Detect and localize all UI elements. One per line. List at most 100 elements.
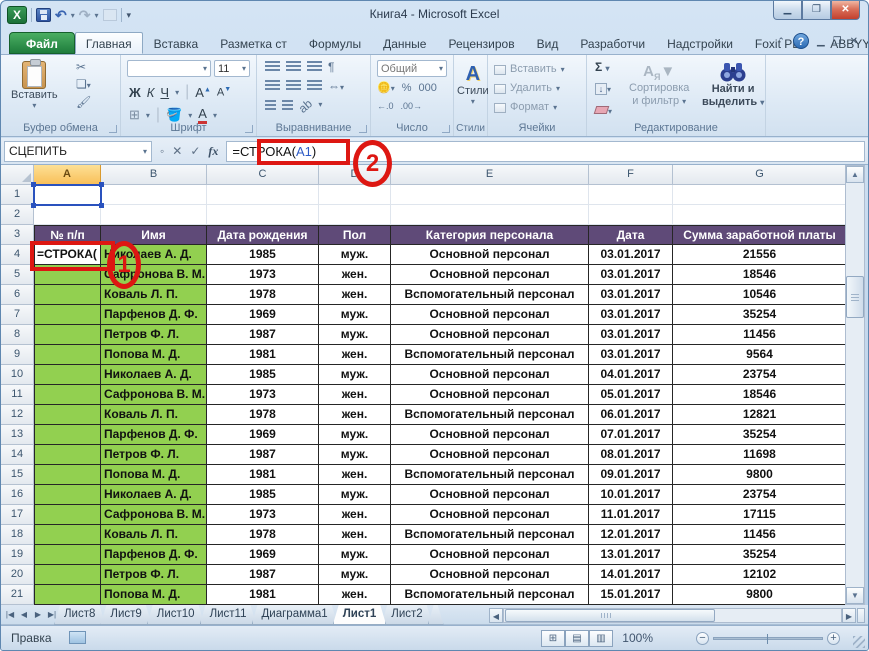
cell-E11[interactable]: Основной персонал [391,385,589,405]
bold-button[interactable]: Ж [129,85,141,100]
cell-C21[interactable]: 1981 [207,585,319,605]
row-header-16[interactable]: 16 [1,485,34,505]
cell-G21[interactable]: 9800 [673,585,847,605]
cell-G18[interactable]: 11456 [673,525,847,545]
cell-G2[interactable] [673,205,847,225]
resize-grip[interactable] [853,636,865,648]
ribbon-tab-1[interactable]: Главная [75,32,143,54]
cell-D19[interactable]: муж. [319,545,391,565]
cell-C1[interactable] [207,185,319,205]
cell-C9[interactable]: 1981 [207,345,319,365]
column-header-G[interactable]: G [673,165,847,185]
formula-options-icon[interactable]: ◦ [160,144,164,158]
cell-D14[interactable]: муж. [319,445,391,465]
cell-D3[interactable]: Пол [319,225,391,245]
column-header-A[interactable]: A [34,165,101,185]
cell-C2[interactable] [207,205,319,225]
number-dialog-launcher-icon[interactable] [442,125,450,133]
cell-C7[interactable]: 1969 [207,305,319,325]
fill-color-button[interactable]: 🪣 [166,107,182,123]
paste-button[interactable]: Вставить ▾ [11,61,58,110]
underline-dropdown-icon[interactable]: ▾ [175,88,179,97]
cell-D20[interactable]: муж. [319,565,391,585]
styles-dropdown-icon[interactable]: ▾ [471,97,475,106]
cell-E5[interactable]: Основной персонал [391,265,589,285]
cell-B18[interactable]: Коваль Л. П. [101,525,207,545]
font-dialog-launcher-icon[interactable] [245,125,253,133]
cell-D5[interactable]: жен. [319,265,391,285]
workbook-close-icon[interactable]: ✕ [850,36,858,47]
cell-A13[interactable] [34,425,101,445]
find-select-button[interactable]: Найти и выделить ▾ [702,61,764,109]
cell-A9[interactable] [34,345,101,365]
cell-E14[interactable]: Основной персонал [391,445,589,465]
cell-G8[interactable]: 11456 [673,325,847,345]
cell-F17[interactable]: 11.01.2017 [589,505,673,525]
insert-sheet-tab[interactable] [428,605,444,625]
cell-C6[interactable]: 1978 [207,285,319,305]
ribbon-tab-2[interactable]: Вставка [143,32,210,54]
cell-B10[interactable]: Николаев А. Д. [101,365,207,385]
horizontal-scroll-thumb[interactable] [505,609,715,622]
scroll-up-icon[interactable]: ▲ [846,166,864,183]
insert-function-icon[interactable]: fx [208,144,218,159]
column-header-B[interactable]: B [101,165,207,185]
column-header-C[interactable]: C [207,165,319,185]
increase-decimal-icon[interactable]: ←.0 [377,101,394,111]
cell-F1[interactable] [589,185,673,205]
scroll-down-icon[interactable]: ▼ [846,587,864,604]
cell-D16[interactable]: муж. [319,485,391,505]
restore-button[interactable]: ❐ [802,1,831,20]
first-sheet-icon[interactable]: |◀ [4,607,16,622]
cell-C8[interactable]: 1987 [207,325,319,345]
align-center-icon[interactable] [286,80,301,91]
cell-D10[interactable]: муж. [319,365,391,385]
cell-A10[interactable] [34,365,101,385]
cell-C12[interactable]: 1978 [207,405,319,425]
cell-C5[interactable]: 1973 [207,265,319,285]
row-header-7[interactable]: 7 [1,305,34,325]
prev-sheet-icon[interactable]: ◀ [18,607,30,622]
column-header-F[interactable]: F [589,165,673,185]
align-middle-icon[interactable] [286,61,301,72]
clipboard-dialog-launcher-icon[interactable] [109,125,117,133]
fill-button[interactable]: ↓▾ [595,79,612,97]
increase-indent-icon[interactable] [282,100,293,111]
cell-E17[interactable]: Основной персонал [391,505,589,525]
borders-button[interactable]: ⊞ [129,107,140,123]
shrink-font-button[interactable]: А▼ [217,86,231,99]
next-sheet-icon[interactable]: ▶ [32,607,44,622]
row-header-19[interactable]: 19 [1,545,34,565]
percent-style-icon[interactable]: % [402,82,412,94]
cell-D4[interactable]: муж. [319,245,391,265]
cell-A7[interactable] [34,305,101,325]
sheet-tab-Лист11[interactable]: Лист11 [200,605,257,625]
cell-C20[interactable]: 1987 [207,565,319,585]
autosum-button[interactable]: Σ ▾ [595,61,612,75]
cell-F19[interactable]: 13.01.2017 [589,545,673,565]
cell-A14[interactable] [34,445,101,465]
row-header-14[interactable]: 14 [1,445,34,465]
cell-G12[interactable]: 12821 [673,405,847,425]
borders-dropdown-icon[interactable]: ▾ [146,111,150,120]
cell-F12[interactable]: 06.01.2017 [589,405,673,425]
page-layout-view-icon[interactable]: ▤ [565,630,589,647]
styles-button[interactable]: А Стили ▾ [457,63,489,106]
sheet-tab-Диаграмма1[interactable]: Диаграмма1 [252,605,338,625]
cell-D8[interactable]: муж. [319,325,391,345]
cell-B14[interactable]: Петров Ф. Л. [101,445,207,465]
cell-B15[interactable]: Попова М. Д. [101,465,207,485]
cell-F2[interactable] [589,205,673,225]
zoom-slider[interactable]: − + [696,632,840,645]
cell-B6[interactable]: Коваль Л. П. [101,285,207,305]
cell-A12[interactable] [34,405,101,425]
hscroll-right-icon[interactable]: ▶ [842,608,856,623]
cell-D13[interactable]: муж. [319,425,391,445]
cell-E12[interactable]: Вспомогательный персонал [391,405,589,425]
row-header-2[interactable]: 2 [1,205,34,225]
cell-F5[interactable]: 03.01.2017 [589,265,673,285]
cell-D11[interactable]: жен. [319,385,391,405]
copy-icon[interactable]: ❏▾ [76,78,91,92]
sheet-tab-Лист8[interactable]: Лист8 [54,605,105,625]
cell-A2[interactable] [34,205,101,225]
